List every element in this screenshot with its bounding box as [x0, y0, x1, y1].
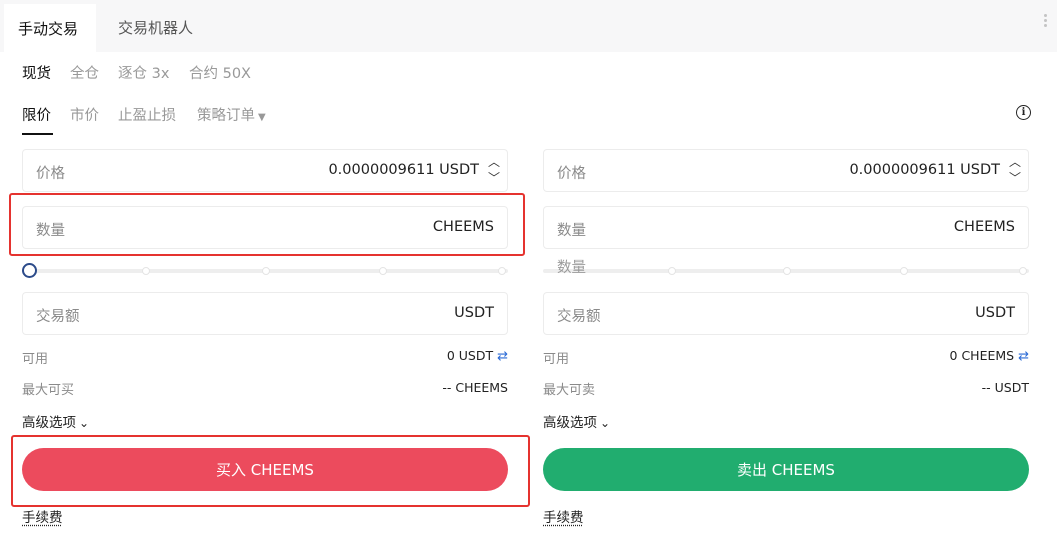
buy-available: 0 USDT ⇄	[447, 348, 508, 364]
sell-quantity-unit: CHEEMS	[953, 219, 1015, 235]
order-type-limit[interactable]: 限价	[22, 104, 51, 125]
chevron-down-icon: ▼	[258, 112, 266, 123]
sell-button[interactable]: 卖出 CHEEMS	[543, 448, 1029, 491]
chevron-down-icon: ⌄	[79, 416, 90, 430]
buy-amount-field[interactable]: 交易额 USDT	[22, 292, 508, 335]
buy-amount-unit: USDT	[454, 305, 494, 321]
buy-available-value: 0 USDT	[446, 348, 494, 363]
buy-price-field[interactable]: 价格 0.0000009611 USDT ︿ ﹀	[22, 149, 508, 192]
sell-available-value: 0 CHEEMS	[949, 348, 1015, 363]
mode-spot[interactable]: 现货	[22, 62, 51, 83]
sell-available-label: 可用	[543, 352, 570, 367]
buy-max-value: -- CHEEMS	[442, 380, 508, 395]
buy-price-label: 价格	[36, 166, 65, 182]
stepper-icon[interactable]: ︿ ﹀	[1009, 154, 1021, 188]
buy-advanced-options[interactable]: 高级选项 ⌄	[22, 411, 89, 431]
sell-max-label: 最大可卖	[543, 383, 596, 398]
buy-amount-label: 交易额	[36, 309, 80, 325]
stepper-icon[interactable]: ︿ ﹀	[488, 154, 500, 188]
sell-slider-tooltip: 数量	[557, 260, 586, 276]
sell-available: 0 CHEEMS ⇄	[950, 348, 1029, 364]
sell-amount-label: 交易额	[557, 309, 601, 325]
tab-manual-trade[interactable]: 手动交易	[4, 4, 96, 52]
sell-price-value: 0.0000009611 USDT	[849, 162, 1000, 178]
buy-available-label: 可用	[22, 352, 49, 367]
sell-quantity-field[interactable]: 数量 CHEEMS	[543, 206, 1029, 249]
order-type-market[interactable]: 市价	[70, 104, 99, 125]
highlight-box-buy-button	[11, 435, 530, 507]
sell-advanced-options[interactable]: 高级选项 ⌄	[543, 411, 610, 431]
sell-quantity-label: 数量	[557, 223, 586, 239]
buy-fee-link[interactable]: 手续费	[22, 506, 63, 526]
chevron-down-icon: ⌄	[600, 416, 611, 430]
swap-icon[interactable]: ⇄	[497, 349, 508, 364]
kebab-icon[interactable]	[1044, 14, 1048, 28]
top-tab-bar: 手动交易 交易机器人	[0, 0, 1057, 52]
highlight-box-quantity	[9, 193, 525, 256]
buy-amount-slider[interactable]	[22, 261, 508, 281]
swap-icon[interactable]: ⇄	[1018, 349, 1029, 364]
active-order-type-underline	[22, 133, 53, 135]
order-type-strategy[interactable]: 策略订单 ▼	[197, 104, 266, 125]
slider-knob[interactable]	[22, 263, 37, 278]
buy-max-label: 最大可买	[22, 383, 75, 398]
sell-price-field[interactable]: 价格 0.0000009611 USDT ︿ ﹀	[543, 149, 1029, 192]
sell-amount-slider[interactable]	[543, 261, 1029, 281]
mode-futures[interactable]: 合约 50X	[189, 62, 251, 83]
sell-amount-field[interactable]: 交易额 USDT	[543, 292, 1029, 335]
mode-isolated[interactable]: 逐仓 3x	[118, 62, 169, 83]
sell-max-value: -- USDT	[981, 380, 1029, 395]
order-type-tpsl[interactable]: 止盈止损	[118, 104, 176, 125]
sell-amount-unit: USDT	[975, 305, 1015, 321]
sell-price-label: 价格	[557, 166, 586, 182]
buy-advanced-label: 高级选项	[22, 415, 76, 431]
mode-cross[interactable]: 全仓	[70, 62, 99, 83]
sell-fee-link[interactable]: 手续费	[543, 506, 584, 526]
tab-trading-bot[interactable]: 交易机器人	[118, 17, 193, 38]
info-icon[interactable]: i	[1016, 105, 1031, 120]
order-type-strategy-label: 策略订单	[197, 108, 255, 124]
sell-advanced-label: 高级选项	[543, 415, 597, 431]
buy-price-value: 0.0000009611 USDT	[328, 162, 479, 178]
